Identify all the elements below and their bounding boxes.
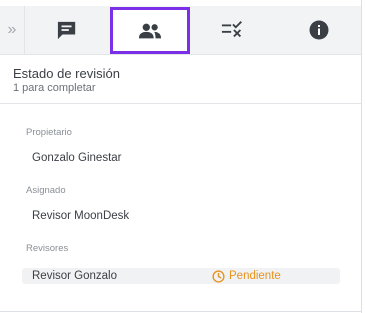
info-icon [309,20,329,40]
tab-reviewers[interactable] [110,7,190,54]
panel-border-right [361,0,362,313]
checklist-icon [221,21,242,38]
tab-checklist[interactable] [210,6,256,54]
review-status-header: Estado de revisión 1 para completar [13,66,120,95]
tab-comments[interactable] [44,6,90,54]
tab-info[interactable] [296,6,342,54]
panel-border-bottom [0,311,362,312]
review-status-subtitle: 1 para completar [13,82,96,94]
people-icon [138,23,162,38]
owner-value: Gonzalo Ginestar [32,152,122,164]
comments-icon [57,21,76,40]
assigned-label: Asignado [26,185,66,196]
status-text: Pendiente [229,270,281,282]
reviewer-row[interactable]: Revisor Gonzalo Pendiente [22,268,340,284]
status-badge: Pendiente [212,268,281,284]
review-panel: » Estado de revisión 1 para completar Pr… [0,0,362,313]
owner-label: Propietario [26,127,72,138]
assigned-value: Revisor MoonDesk [32,210,130,222]
reviewers-label: Revisores [26,243,69,254]
reviewer-name: Revisor Gonzalo [32,270,118,282]
tab-separator [24,6,25,54]
section-divider [0,103,361,104]
collapse-panel-icon[interactable]: » [4,20,20,40]
clock-icon [212,269,225,283]
review-status-title: Estado de revisión [13,66,120,81]
tab-bar: » [0,6,361,55]
